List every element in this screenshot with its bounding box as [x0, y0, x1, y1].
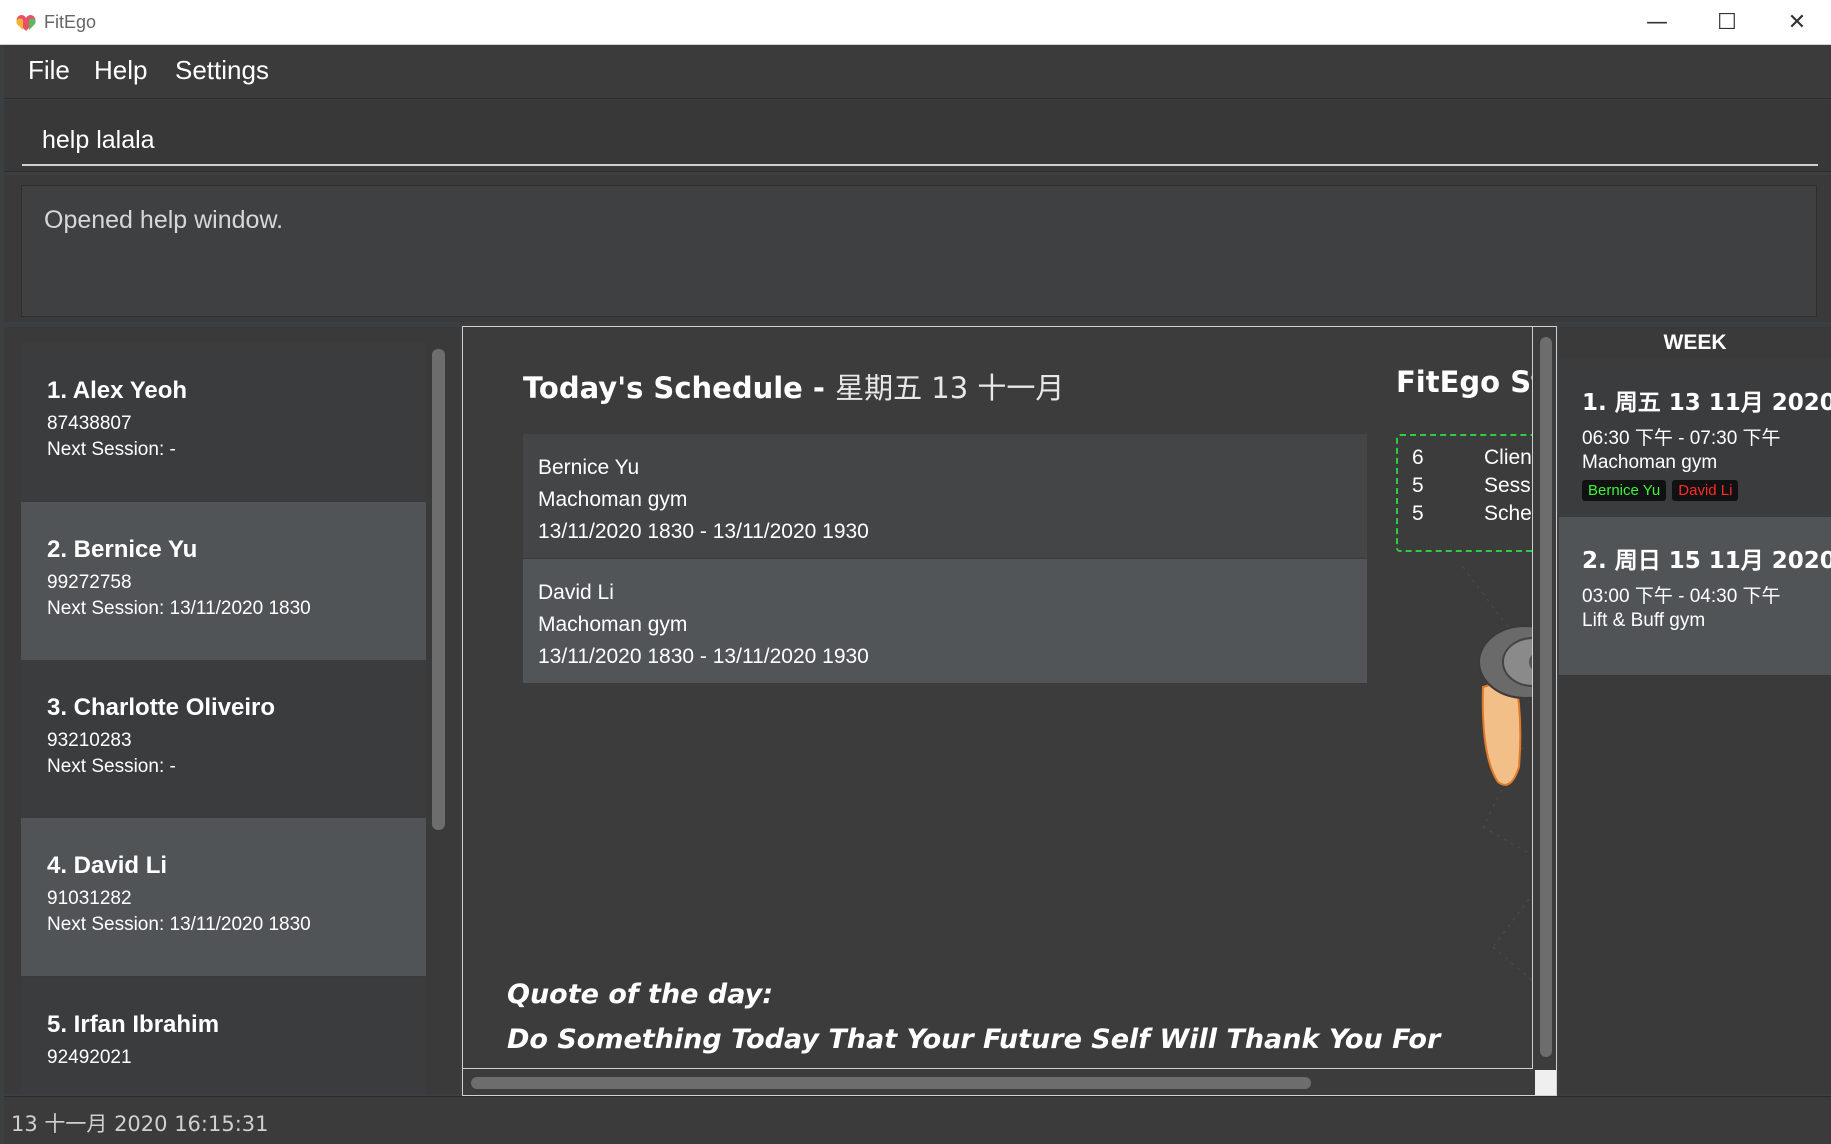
stat-count: 5	[1412, 502, 1424, 525]
client-tag: David Li	[1672, 480, 1739, 501]
dashboard-panel: Today's Schedule - 星期五 13 十一月 Bernice Yu…	[462, 326, 1557, 1096]
week-day-card[interactable]: 2. 周日 15 11月 2020 03:00 下午 - 04:30 下午 Li…	[1559, 517, 1831, 675]
client-name: 2. Bernice Yu	[47, 536, 198, 563]
client-card[interactable]: 4. David Li 91031282 Next Session: 13/11…	[21, 818, 426, 976]
session-client: David Li	[538, 581, 614, 604]
stat-row-sessions: 5 Sessi	[1412, 474, 1533, 502]
week-day-date: 1. 周五 13 11月 2020	[1582, 390, 1831, 416]
client-name: 1. Alex Yeoh	[47, 377, 188, 404]
week-day-time: 03:00 下午 - 04:30 下午	[1582, 586, 1781, 607]
command-input[interactable]	[22, 116, 1818, 166]
client-name: 3. Charlotte Oliveiro	[47, 694, 276, 721]
schedule-session-card[interactable]: David Li Machoman gym 13/11/2020 1830 - …	[523, 559, 1367, 683]
client-next-session: Next Session: -	[47, 439, 176, 460]
menu-file[interactable]: File	[28, 55, 70, 86]
window-title: FitEgo	[44, 12, 97, 32]
week-day-time: 06:30 下午 - 07:30 下午	[1582, 428, 1781, 449]
app-logo-icon	[16, 15, 36, 31]
schedule-session-card[interactable]: Bernice Yu Machoman gym 13/11/2020 1830 …	[523, 434, 1367, 558]
stat-label: Sessi	[1484, 474, 1533, 497]
close-button[interactable]: ✕	[1762, 0, 1831, 45]
client-next-session: Next Session: -	[47, 756, 176, 777]
scroll-corner	[1535, 1070, 1556, 1095]
minimize-button[interactable]: —	[1622, 0, 1692, 45]
client-phone: 92492021	[47, 1047, 132, 1068]
week-day-date: 2. 周日 15 11月 2020	[1582, 548, 1831, 574]
status-bar: 13 十一月 2020 16:15:31	[4, 1096, 1831, 1144]
client-phone: 99272758	[47, 572, 132, 593]
stat-row-schedules: 5 Sche	[1412, 502, 1532, 530]
stats-box: 6 Clien 5 Sessi 5 Sche	[1396, 434, 1533, 552]
result-display: Opened help window.	[21, 185, 1817, 317]
menu-help[interactable]: Help	[94, 55, 147, 86]
dashboard-viewport: Today's Schedule - 星期五 13 十一月 Bernice Yu…	[463, 327, 1533, 1069]
stat-count: 6	[1412, 446, 1424, 469]
client-phone: 93210283	[47, 730, 132, 751]
client-phone: 87438807	[47, 413, 132, 434]
session-time: 13/11/2020 1830 - 13/11/2020 1930	[538, 520, 869, 543]
week-day-gym: Lift & Buff gym	[1582, 610, 1706, 631]
week-day-tags: Bernice Yu David Li	[1582, 480, 1831, 501]
maximize-button[interactable]: ☐	[1692, 0, 1762, 45]
app-window: FitEgo — ☐ ✕ File Help Settings Opened h…	[0, 0, 1831, 1144]
menu-settings[interactable]: Settings	[175, 55, 269, 86]
schedule-title: Today's Schedule - 星期五 13 十一月	[523, 365, 1064, 407]
schedule-date: 星期五 13 十一月	[835, 371, 1065, 405]
week-day-card[interactable]: 1. 周五 13 11月 2020 06:30 下午 - 07:30 下午 Ma…	[1559, 359, 1831, 517]
command-area	[4, 100, 1831, 172]
session-gym: Machoman gym	[538, 613, 688, 636]
client-phone: 91031282	[47, 888, 132, 909]
stat-label: Sche	[1484, 502, 1532, 525]
session-time: 13/11/2020 1830 - 13/11/2020 1930	[538, 645, 869, 668]
client-list-scrollbar[interactable]	[432, 349, 445, 830]
menu-bar: File Help Settings	[4, 45, 1831, 99]
client-card[interactable]: 3. Charlotte Oliveiro 93210283 Next Sess…	[21, 660, 426, 818]
week-panel: WEEK 1. 周五 13 11月 2020 06:30 下午 - 07:30 …	[1559, 327, 1831, 1094]
client-name: 4. David Li	[47, 852, 168, 879]
dumbbell-icon	[1463, 567, 1532, 982]
client-next-session: Next Session: 13/11/2020 1830	[47, 598, 311, 619]
result-area: Opened help window.	[4, 175, 1831, 322]
session-gym: Machoman gym	[538, 488, 688, 511]
stat-row-clients: 6 Clien	[1412, 446, 1532, 474]
title-bar: FitEgo — ☐ ✕	[0, 0, 1831, 45]
stat-label: Clien	[1484, 446, 1532, 469]
dashboard-vscroll-thumb[interactable]	[1540, 337, 1552, 1057]
stats-title: FitEgo Sta	[1396, 365, 1532, 399]
quote-text: Do Something Today That Your Future Self…	[507, 1024, 1441, 1055]
quote-label: Quote of the day:	[507, 979, 773, 1010]
session-client: Bernice Yu	[538, 456, 640, 479]
client-card[interactable]: 1. Alex Yeoh 87438807 Next Session: -	[21, 343, 426, 501]
client-list-panel: 1. Alex Yeoh 87438807 Next Session: - 2.…	[4, 327, 460, 1094]
client-card[interactable]: 2. Bernice Yu 99272758 Next Session: 13/…	[21, 502, 426, 660]
week-day-gym: Machoman gym	[1582, 452, 1718, 473]
stat-count: 5	[1412, 474, 1424, 497]
client-name: 5. Irfan Ibrahim	[47, 1011, 220, 1038]
client-next-session: Next Session: 13/11/2020 1830	[47, 914, 311, 935]
dashboard-hscroll-thumb[interactable]	[471, 1077, 1311, 1089]
client-card[interactable]: 5. Irfan Ibrahim 92492021	[21, 977, 426, 1094]
week-header: WEEK	[1663, 331, 1727, 354]
client-tag: Bernice Yu	[1582, 480, 1667, 501]
status-datetime: 13 十一月 2020 16:15:31	[11, 1112, 269, 1136]
schedule-title-label: Today's Schedule -	[523, 371, 836, 405]
